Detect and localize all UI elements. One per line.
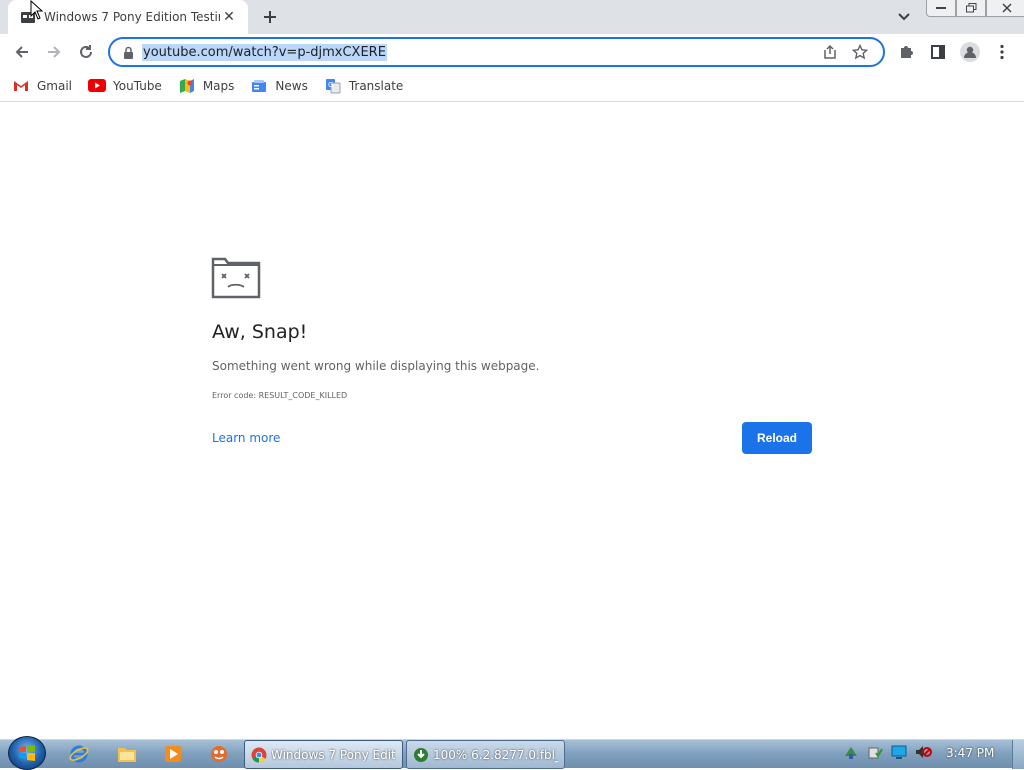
back-button[interactable] <box>8 38 36 66</box>
taskbar-chrome-window[interactable]: Windows 7 Pony Edit... <box>244 740 403 769</box>
svg-text:G: G <box>328 81 333 89</box>
download-icon <box>413 747 429 763</box>
file-explorer-icon[interactable] <box>114 742 140 766</box>
taskbar-task-label: Windows 7 Pony Edit... <box>271 747 396 762</box>
bookmark-label: Translate <box>348 78 404 93</box>
error-code: Error code: RESULT_CODE_KILLED <box>212 391 348 400</box>
new-tab-button[interactable] <box>258 6 282 28</box>
app-launcher-icon[interactable] <box>206 742 232 766</box>
reload-icon <box>80 45 92 58</box>
bookmark-gmail[interactable]: Gmail <box>12 74 72 98</box>
tray-network-icon[interactable] <box>842 743 860 761</box>
error-title: Aw, Snap! <box>212 321 308 343</box>
share-icon[interactable] <box>817 39 843 65</box>
media-player-icon[interactable] <box>160 742 186 766</box>
arrow-right-icon <box>48 46 61 58</box>
restore-button[interactable] <box>956 0 986 17</box>
bookmarks-bar: Gmail YouTube Maps News G Translate <box>0 70 1024 102</box>
windows-logo-icon <box>19 745 35 761</box>
reload-button[interactable] <box>72 38 100 66</box>
start-button[interactable] <box>8 736 46 770</box>
bookmark-news[interactable]: News <box>250 74 308 98</box>
error-description: Something went wrong while displaying th… <box>212 359 540 373</box>
tab-active[interactable]: Windows 7 Pony Edition Testing ✕ <box>8 0 248 34</box>
close-window-button[interactable] <box>986 0 1024 17</box>
bookmark-maps[interactable]: Maps <box>178 74 235 98</box>
tab-title: Windows 7 Pony Edition Testing <box>44 10 220 24</box>
bookmark-label: Maps <box>202 78 235 93</box>
tab-close-icon[interactable]: ✕ <box>220 8 238 26</box>
tray-security-icon[interactable] <box>866 743 884 761</box>
translate-icon: G <box>324 78 342 94</box>
tray-display-icon[interactable] <box>890 743 908 761</box>
star-icon[interactable] <box>847 39 873 65</box>
puzzle-icon <box>901 46 913 58</box>
side-panel-icon <box>931 45 945 59</box>
gmail-icon <box>12 78 30 94</box>
maps-icon <box>178 78 196 94</box>
address-bar[interactable]: youtube.com/watch?v=p-djmxCXERE <box>108 37 885 67</box>
side-panel-button[interactable] <box>924 38 952 66</box>
extensions-button[interactable] <box>892 38 920 66</box>
reload-button[interactable]: Reload <box>742 422 812 454</box>
browser-toolbar: youtube.com/watch?v=p-djmxCXERE <box>0 34 1024 70</box>
learn-more-link[interactable]: Learn more <box>212 431 280 445</box>
chrome-icon <box>251 747 267 763</box>
taskbar-task-label: 100% 6.2.8277.0.fbl_d... <box>433 747 558 762</box>
forward-button[interactable] <box>40 38 68 66</box>
bookmark-label: News <box>275 78 308 93</box>
tab-search-chevron-icon[interactable] <box>894 8 914 26</box>
taskbar-clock[interactable]: 3:47 PM <box>946 746 994 760</box>
profile-icon <box>960 42 980 62</box>
bookmark-translate[interactable]: G Translate <box>324 74 404 98</box>
news-icon <box>250 78 268 94</box>
internet-explorer-icon[interactable] <box>66 742 92 766</box>
profile-button[interactable] <box>956 38 984 66</box>
taskbar-download-window[interactable]: 100% 6.2.8277.0.fbl_d... <box>406 740 565 769</box>
minimize-button[interactable] <box>926 0 956 17</box>
error-page: Aw, Snap! Something went wrong while dis… <box>0 103 1024 739</box>
arrow-left-icon <box>15 46 28 58</box>
show-desktop-button[interactable] <box>1012 740 1024 769</box>
tab-strip: Windows 7 Pony Edition Testing ✕ <box>0 0 1024 34</box>
kebab-menu-icon <box>1000 44 1004 60</box>
windows-taskbar: Windows 7 Pony Edit... 100% 6.2.8277.0.f… <box>0 736 1024 770</box>
youtube-icon <box>88 78 107 94</box>
lock-icon[interactable] <box>120 44 136 60</box>
bookmark-label: YouTube <box>113 78 162 93</box>
url-text[interactable]: youtube.com/watch?v=p-djmxCXERE <box>142 43 387 61</box>
bookmark-youtube[interactable]: YouTube <box>88 74 162 98</box>
sad-tab-icon <box>211 257 261 299</box>
menu-button[interactable] <box>988 38 1016 66</box>
tray-volume-icon[interactable] <box>914 743 932 761</box>
bookmark-label: Gmail <box>37 78 73 93</box>
window-controls <box>926 0 1024 17</box>
mouse-cursor-icon <box>30 0 44 20</box>
